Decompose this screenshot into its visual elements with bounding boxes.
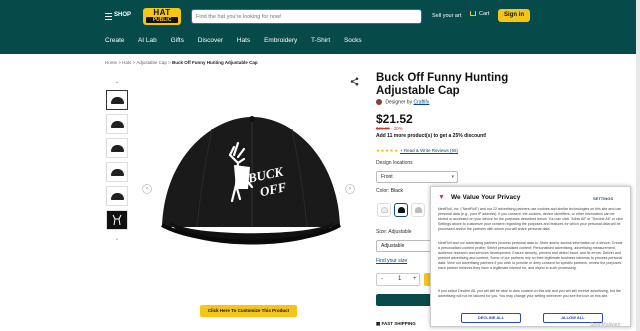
color-label-line: Color: Black: [376, 188, 403, 194]
sign-in-button[interactable]: Sign in: [498, 9, 530, 22]
qty-value[interactable]: 1: [398, 274, 401, 285]
color-swatch-black[interactable]: [394, 203, 408, 217]
thumbnail[interactable]: [106, 138, 128, 158]
color-swatch-white[interactable]: [377, 203, 391, 217]
design-locations-label: Design locations: [376, 160, 413, 166]
cap-illustration: BUCK OFF: [161, 116, 342, 245]
nav-item-embroidery[interactable]: Embroidery: [264, 37, 297, 44]
quantity-stepper: - 1 +: [376, 273, 420, 286]
thumbnail[interactable]: [106, 210, 128, 230]
thumbnail-list: ⌃ ⌄: [105, 80, 129, 244]
product-price: $21.52: [376, 112, 413, 126]
designer-line: Designer by Craftify: [376, 99, 429, 105]
cart-icon: [470, 11, 476, 17]
cart-button[interactable]: Cart: [470, 11, 489, 17]
thumbnail[interactable]: [106, 90, 128, 110]
truck-icon: ▩: [376, 321, 381, 326]
nav-item-socks[interactable]: Socks: [344, 37, 362, 44]
qty-minus-button[interactable]: -: [381, 274, 383, 285]
thumbnail[interactable]: [106, 186, 128, 206]
promo-text: Add 11 more product(s) to get a 25% disc…: [376, 133, 487, 139]
share-icon[interactable]: [350, 77, 360, 87]
privacy-settings-button[interactable]: SETTINGS: [593, 196, 613, 201]
nextroll-logo-icon: ▼: [438, 194, 445, 201]
product-title: Buck Off Funny Hunting Adjustable Cap: [376, 72, 509, 97]
breadcrumb-home[interactable]: Home: [105, 60, 117, 65]
privacy-paragraph-1: NextRoll, Inc. ("NextRoll") and our 22 a…: [438, 207, 623, 231]
site-logo[interactable]: HAT PUBLIC: [143, 8, 181, 25]
find-your-size-link[interactable]: Find your size: [376, 258, 407, 264]
site-header: SHOP HAT PUBLIC Sell your art Cart Sign …: [0, 0, 640, 54]
shipping-info: ▩ FAST SHIPPING: [376, 321, 416, 326]
breadcrumb-current: Buck Off Funny Hunting Adjustable Cap: [171, 60, 258, 65]
nav-item-hats[interactable]: Hats: [237, 37, 250, 44]
thumbnail[interactable]: [106, 162, 128, 182]
reviews-line: ★★★★★ + Read & Write Reviews (65): [376, 148, 458, 154]
sell-your-art-link[interactable]: Sell your art: [432, 13, 461, 19]
thumbnail-up-icon[interactable]: ⌃: [105, 80, 129, 90]
old-price: $26.90: [376, 126, 390, 131]
old-price-line: $26.90 - 20%: [376, 126, 403, 131]
search-input[interactable]: [191, 9, 422, 24]
breadcrumb-adjustable-cap[interactable]: Adjustable Cap: [136, 60, 167, 65]
privacy-dialog: ▼ We Value Your Privacy SETTINGS NextRol…: [430, 186, 631, 327]
product-image: BUCK OFF ‹ ›: [142, 77, 360, 300]
privacy-paragraph-3: If you select Decline All, you will stil…: [438, 289, 621, 298]
nav-item-ai-lab[interactable]: AI Lab: [138, 37, 157, 44]
breadcrumb: Home > Hats > Adjustable Cap > Buck Off …: [105, 60, 258, 65]
qty-plus-button[interactable]: +: [413, 274, 417, 285]
size-label: Size: Adjustable: [376, 229, 412, 235]
menu-icon[interactable]: [105, 13, 112, 20]
breadcrumb-hats[interactable]: Hats: [122, 60, 131, 65]
color-swatch-grey[interactable]: [411, 203, 425, 217]
color-value: Black: [390, 188, 403, 194]
nav-item-gifts[interactable]: Gifts: [171, 37, 184, 44]
page-scrollbar[interactable]: [636, 0, 640, 331]
reviews-link[interactable]: + Read & Write Reviews (65): [400, 148, 458, 153]
designer-link[interactable]: Craftify: [413, 99, 429, 105]
thumbnail[interactable]: [106, 114, 128, 134]
rating-stars-icon: ★★★★★: [376, 148, 399, 153]
decline-all-button[interactable]: DECLINE ALL: [461, 313, 521, 323]
designer-avatar: [376, 99, 382, 105]
page: SHOP HAT PUBLIC Sell your art Cart Sign …: [0, 0, 640, 331]
nav-item-t-shirt[interactable]: T-Shirt: [311, 37, 330, 44]
main-nav: Create AI Lab Gifts Discover Hats Embroi…: [105, 37, 374, 44]
previous-image-button[interactable]: ‹: [142, 184, 152, 194]
watermark: SpanMalware: [590, 322, 621, 328]
customize-button[interactable]: Click Here To Customize This Product: [200, 305, 297, 317]
shop-menu-button[interactable]: SHOP: [114, 12, 131, 18]
privacy-paragraph-2: NextRoll and our advertising partners pr…: [438, 241, 623, 270]
discount-badge: 20%: [393, 126, 403, 131]
privacy-title: We Value Your Privacy: [451, 194, 521, 201]
nav-item-create[interactable]: Create: [105, 37, 125, 44]
buy-now-button[interactable]: [376, 294, 436, 306]
design-location-select[interactable]: Front: [376, 171, 458, 183]
nav-item-discover[interactable]: Discover: [198, 37, 223, 44]
next-image-button[interactable]: ›: [345, 184, 355, 194]
thumbnail-down-icon[interactable]: ⌄: [105, 234, 129, 244]
